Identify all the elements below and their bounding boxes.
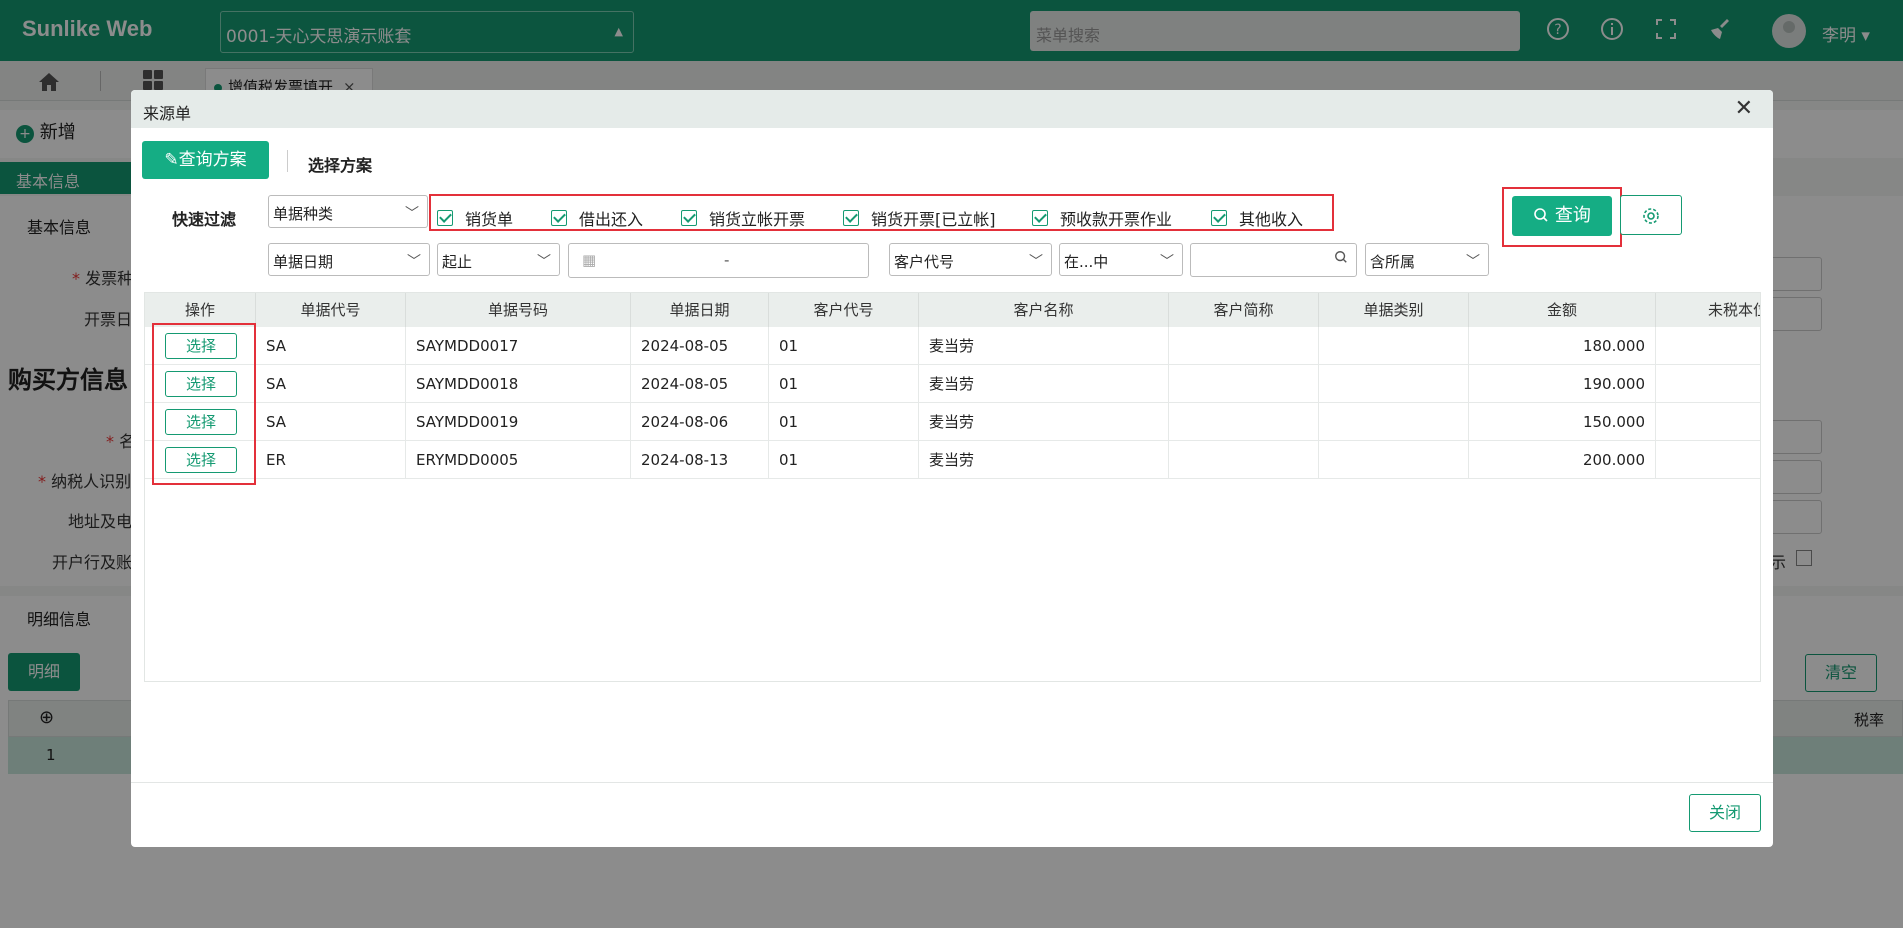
col-untaxed[interactable]: 未税本位: [1656, 293, 1760, 327]
dialog-title: 来源单: [143, 104, 192, 123]
settings-button[interactable]: [1620, 195, 1682, 235]
cell-customer-short: [1169, 441, 1319, 479]
cell-customer-code: 01: [769, 365, 919, 403]
checkbox-sales-account[interactable]: 销货立帐开票: [681, 206, 805, 230]
cell-doc-date: 2024-08-06: [631, 403, 769, 441]
checkbox-other-income[interactable]: 其他收入: [1211, 206, 1303, 230]
cell-customer-name: 麦当劳: [919, 365, 1169, 403]
checkbox-lend-return[interactable]: 借出还入: [551, 206, 643, 230]
filter-field-doc-type[interactable]: 单据种类 ﹀: [268, 195, 428, 228]
search-icon: [1533, 205, 1555, 226]
table-row[interactable]: 选择 ER ERYMDD0005 2024-08-13 01 麦当劳 200.0…: [145, 441, 1760, 479]
cell-customer-short: [1169, 403, 1319, 441]
cell-doc-category: [1319, 403, 1469, 441]
chevron-down-icon: ﹀: [1160, 254, 1174, 270]
source-doc-table: 操作 单据代号 单据号码 单据日期 客户代号 客户名称 客户简称 单据类别 金额…: [144, 292, 1761, 682]
col-customer-name[interactable]: 客户名称: [919, 293, 1169, 327]
table-header: 操作 单据代号 单据号码 单据日期 客户代号 客户名称 客户简称 单据类别 金额…: [145, 293, 1760, 327]
cell-customer-name: 麦当劳: [919, 441, 1169, 479]
divider: [131, 782, 1773, 783]
source-doc-dialog: 来源单 ✕ ✎查询方案 选择方案 快速过滤 单据种类 ﹀ 销货单 借出还入 销货立…: [131, 90, 1773, 847]
select-column-highlight: [152, 323, 256, 485]
cell-customer-name: 麦当劳: [919, 403, 1169, 441]
date-range-input[interactable]: ▦ -: [568, 243, 869, 278]
cell-doc-number: SAYMDD0019: [406, 403, 631, 441]
filter-field-doc-date[interactable]: 单据日期 ﹀: [268, 243, 430, 276]
calendar-icon: ▦: [582, 251, 597, 269]
cell-doc-date: 2024-08-13: [631, 441, 769, 479]
query-button[interactable]: 查询: [1512, 196, 1612, 236]
cell-customer-name: 麦当劳: [919, 327, 1169, 365]
chevron-down-icon: ﹀: [1466, 254, 1480, 270]
cell-doc-number: ERYMDD0005: [406, 441, 631, 479]
filter-value-input[interactable]: [1190, 243, 1357, 277]
chevron-down-icon: ﹀: [1029, 254, 1043, 270]
filter-include-sub[interactable]: 含所属 ﹀: [1365, 243, 1489, 276]
col-doc-date[interactable]: 单据日期: [631, 293, 769, 327]
divider: [287, 150, 288, 172]
cell-customer-code: 01: [769, 403, 919, 441]
cell-doc-date: 2024-08-05: [631, 327, 769, 365]
filter-op-range[interactable]: 起止 ﹀: [437, 243, 560, 276]
cell-doc-category: [1319, 327, 1469, 365]
cell-doc-category: [1319, 365, 1469, 403]
query-plan-button[interactable]: ✎查询方案: [142, 141, 269, 179]
chevron-down-icon: ﹀: [407, 254, 421, 270]
cell-doc-code: SA: [256, 365, 406, 403]
cell-doc-code: SA: [256, 327, 406, 365]
cell-customer-code: 01: [769, 441, 919, 479]
filter-op-in[interactable]: 在...中 ﹀: [1059, 243, 1183, 276]
checkbox-sales-invoiced[interactable]: 销货开票[已立帐]: [843, 206, 996, 230]
cell-doc-number: SAYMDD0018: [406, 365, 631, 403]
col-doc-code[interactable]: 单据代号: [256, 293, 406, 327]
cell-doc-category: [1319, 441, 1469, 479]
chevron-down-icon: ﹀: [405, 206, 419, 222]
col-doc-category[interactable]: 单据类别: [1319, 293, 1469, 327]
table-row[interactable]: 选择 SA SAYMDD0018 2024-08-05 01 麦当劳 190.0…: [145, 365, 1760, 403]
close-button[interactable]: 关闭: [1689, 794, 1761, 832]
checkbox-prepaid[interactable]: 预收款开票作业: [1032, 206, 1172, 230]
table-row[interactable]: 选择 SA SAYMDD0019 2024-08-06 01 麦当劳 150.0…: [145, 403, 1760, 441]
col-action: 操作: [145, 293, 256, 327]
cell-doc-number: SAYMDD0017: [406, 327, 631, 365]
tools-icon: ✎: [164, 150, 179, 170]
cell-doc-code: SA: [256, 403, 406, 441]
col-customer-code[interactable]: 客户代号: [769, 293, 919, 327]
col-doc-number[interactable]: 单据号码: [406, 293, 631, 327]
cell-amount: 180.000: [1469, 327, 1656, 365]
filter-field-customer[interactable]: 客户代号 ﹀: [889, 243, 1052, 276]
dialog-header: 来源单 ✕: [131, 90, 1773, 128]
cell-doc-date: 2024-08-05: [631, 365, 769, 403]
select-plan-label[interactable]: 选择方案: [308, 152, 372, 176]
col-customer-short[interactable]: 客户简称: [1169, 293, 1319, 327]
cell-amount: 190.000: [1469, 365, 1656, 403]
quick-filter-label: 快速过滤: [172, 210, 237, 229]
col-amount[interactable]: 金额: [1469, 293, 1656, 327]
cell-amount: 150.000: [1469, 403, 1656, 441]
cell-amount: 200.000: [1469, 441, 1656, 479]
cell-customer-short: [1169, 365, 1319, 403]
cell-doc-code: ER: [256, 441, 406, 479]
table-row[interactable]: 选择 SA SAYMDD0017 2024-08-05 01 麦当劳 180.0…: [145, 327, 1760, 365]
gear-icon: [1641, 203, 1661, 227]
cell-customer-code: 01: [769, 327, 919, 365]
chevron-down-icon: ﹀: [537, 254, 551, 270]
cell-customer-short: [1169, 327, 1319, 365]
search-icon[interactable]: [1334, 250, 1348, 268]
checkbox-sales[interactable]: 销货单: [437, 206, 513, 230]
close-icon[interactable]: ✕: [1735, 96, 1753, 121]
